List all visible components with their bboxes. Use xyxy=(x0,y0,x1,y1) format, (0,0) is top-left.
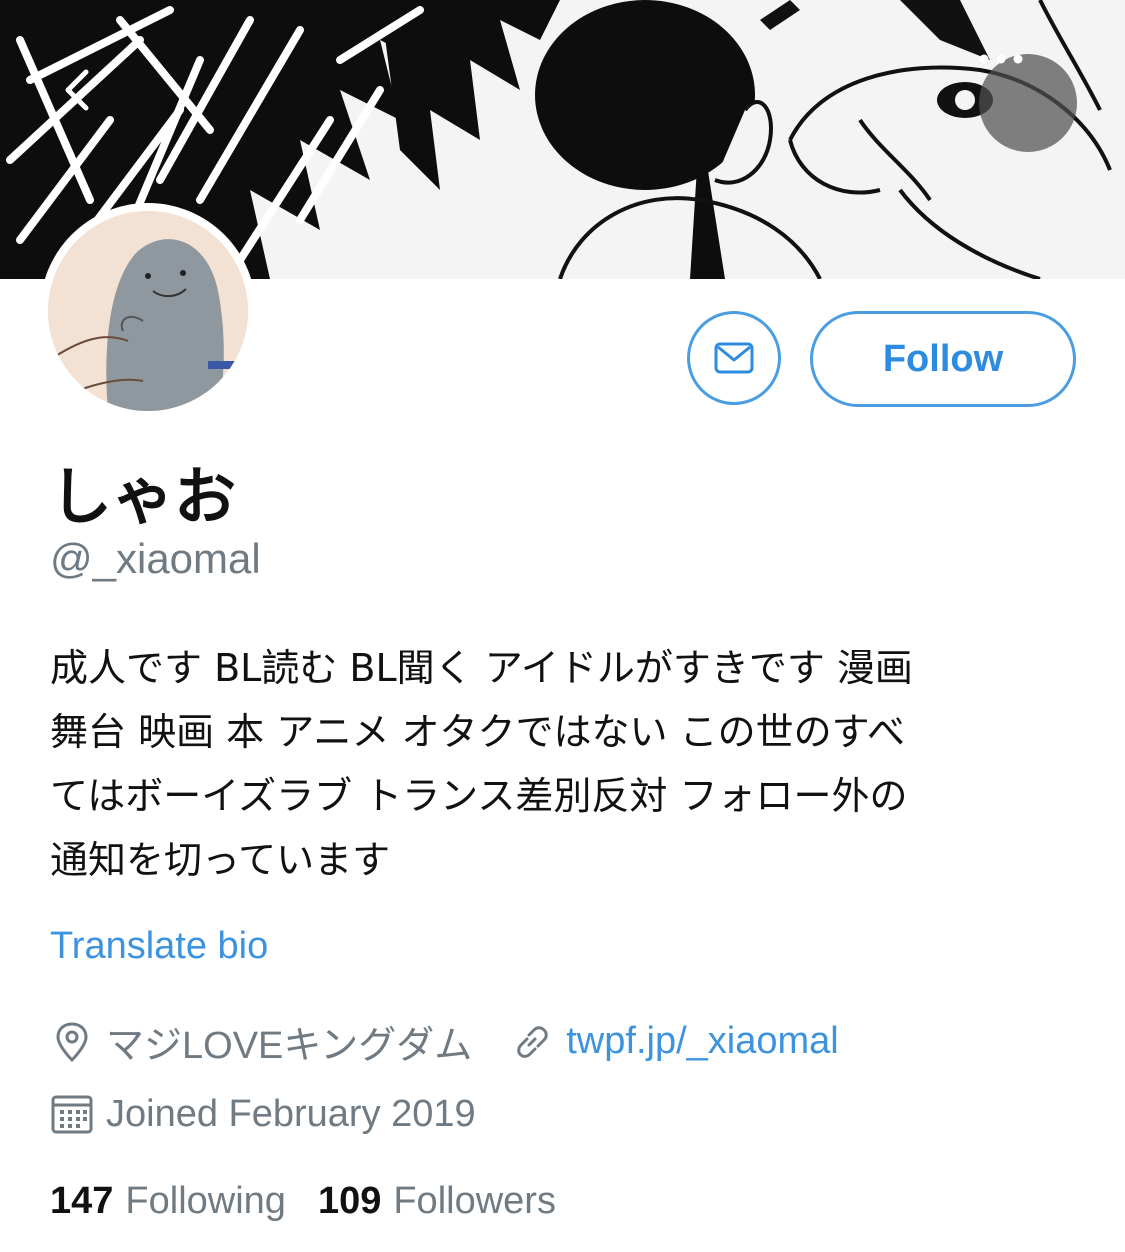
link-icon xyxy=(510,1020,554,1064)
more-options-button[interactable] xyxy=(979,54,1077,152)
user-handle: @_xiaomal xyxy=(50,535,261,582)
location-pin-icon xyxy=(50,1020,94,1064)
follow-stats: 147 Following 109 Followers xyxy=(50,1180,556,1223)
following-label: Following xyxy=(125,1180,286,1222)
back-button[interactable] xyxy=(62,68,130,136)
direct-message-button[interactable] xyxy=(687,311,781,405)
followers-label: Followers xyxy=(393,1180,556,1222)
bio-line: 通知を切っています xyxy=(50,838,391,882)
follow-button[interactable]: Follow xyxy=(810,311,1076,407)
followers-count: 109 xyxy=(317,1180,382,1222)
mail-icon xyxy=(714,342,754,374)
display-name: しゃお xyxy=(50,460,237,533)
chevron-left-icon xyxy=(65,69,89,111)
more-dots-icon xyxy=(979,54,1023,64)
bio-line: 成人です BL読む BL聞く アイドルがすきです 漫画 xyxy=(50,646,913,690)
bio: 成人です BL読む BL聞く アイドルがすきです 漫画 舞台 映画 本 アニメ … xyxy=(50,636,1080,892)
following-stat[interactable]: 147 Following xyxy=(50,1180,286,1223)
calendar-icon xyxy=(50,1092,94,1136)
website-link[interactable]: twpf.jp/_xiaomal xyxy=(566,1020,838,1063)
bio-line: 舞台 映画 本 アニメ オタクではない この世のすべ xyxy=(50,710,905,754)
followers-stat[interactable]: 109 Followers xyxy=(318,1180,556,1223)
following-count: 147 xyxy=(50,1180,114,1222)
joined-row: Joined February 2019 xyxy=(50,1092,476,1136)
location-website-row: マジLOVEキングダム twpf.jp/_xiaomal xyxy=(50,1014,839,1069)
joined-date: Joined February 2019 xyxy=(106,1092,476,1135)
avatar[interactable] xyxy=(40,203,256,419)
location-text: マジLOVEキングダム xyxy=(106,1025,473,1067)
translate-bio-link[interactable]: Translate bio xyxy=(50,925,268,968)
bio-line: てはボーイズラブ トランス差別反対 フォロー外の xyxy=(50,774,908,818)
avatar-image xyxy=(48,211,248,411)
